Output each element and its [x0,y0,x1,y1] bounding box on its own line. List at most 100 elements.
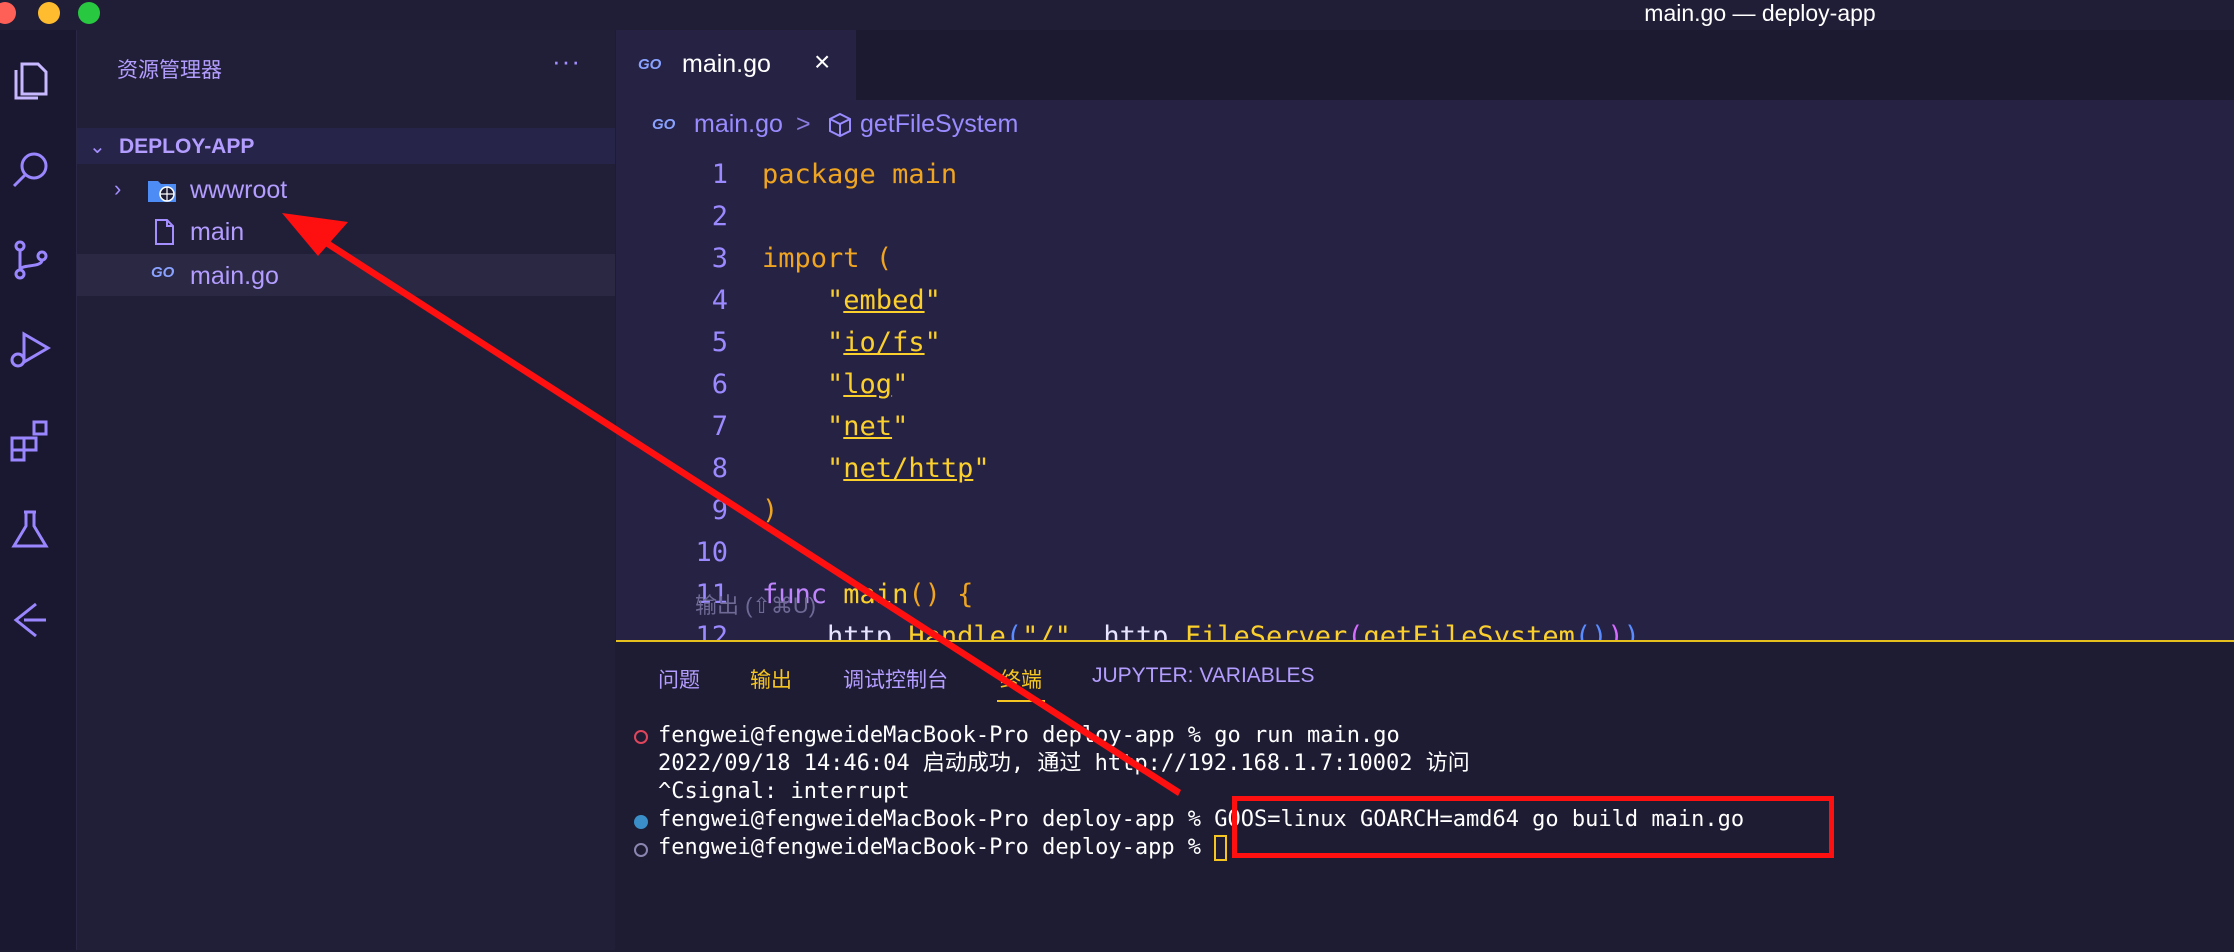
terminal-cursor [1214,835,1228,861]
search-icon[interactable] [0,140,60,200]
activity-bar [0,30,77,950]
tab-main-go[interactable]: GO main.go × [616,30,856,100]
testing-icon[interactable] [0,500,60,560]
line-number: 7 [711,411,728,442]
tab-label: main.go [682,50,771,78]
tab-problems[interactable]: 问题 [658,664,700,694]
code-token: " [827,369,844,400]
tree-item-main-go[interactable]: GO main.go [77,254,615,296]
code-token: " [973,453,990,484]
breadcrumb-file[interactable]: main.go [694,110,783,139]
zoom-window-button[interactable] [78,2,100,24]
code-token: embed [843,285,925,316]
tree-item-wwwroot[interactable]: › wwwroot [77,168,615,210]
success-marker-icon [634,815,648,829]
line-number: 3 [711,243,728,274]
code-line: 1 package main [616,154,2234,196]
breadcrumb-symbol[interactable]: getFileSystem [860,110,1018,139]
pending-marker-icon [634,843,648,857]
source-control-icon[interactable] [0,230,60,290]
code-token: net [843,411,893,442]
method-icon [829,112,851,138]
code-token: " [827,327,844,358]
code-token: ) [762,495,779,526]
terminal-prompt: fengwei@fengweideMacBook-Pro deploy-app … [658,835,1215,860]
code-token: "/" [1022,621,1071,640]
line-number: 10 [695,537,728,568]
terminal-line: 2022/09/18 14:46:04 启动成功, 通过 http://192.… [658,751,1470,776]
tab-jupyter-variables[interactable]: JUPYTER: VARIABLES [1092,664,1315,688]
code-editor[interactable]: 1 package main 2 3 import (4 "embed" 5 "io/fs… [616,150,2234,640]
active-tab-indicator [997,700,1045,702]
line-number: 1 [711,159,728,190]
go-file-icon: GO [638,56,662,73]
close-icon[interactable]: × [814,46,830,78]
editor-tab-bar: GO main.go × [616,30,2234,100]
run-debug-icon[interactable] [0,320,60,380]
code-text: ) [762,490,778,532]
folder-web-icon [148,181,176,202]
code-line: 9) [616,490,2234,532]
code-line: 2 [616,196,2234,238]
code-token: " [892,369,909,400]
breadcrumb: GO main.go > getFileSystem [616,100,2234,150]
code-token: ) [1623,621,1640,640]
code-token: getFileSystem [1363,621,1575,640]
code-line: 3 import ( [616,238,2234,280]
code-token: FileServer [1184,621,1348,640]
vscode-window: main.go — deploy-app 资源管理器 ··· ⌄ DEPLOY-… [0,0,2234,952]
minimize-window-button[interactable] [38,2,60,24]
code-token: import [762,243,860,274]
line-number: 9 [711,495,728,526]
code-token: log [843,369,893,400]
tab-debug-console[interactable]: 调试控制台 [843,664,948,694]
tree-item-main[interactable]: main [77,210,615,252]
explorer-sidebar: 资源管理器 ··· ⌄ DEPLOY-APP › wwwroot main GO… [77,30,615,950]
code-token: main [892,159,958,190]
tree-item-label: main.go [190,262,279,290]
code-line: 5 "io/fs" [616,322,2234,364]
code-token: " [827,411,844,442]
code-token: " [827,453,844,484]
code-text: import ( [762,238,892,280]
annotation-highlight-box [1232,796,1834,858]
line-number: 5 [711,327,728,358]
code-text: package main [762,154,957,196]
code-text: http.Handle("/", http.FileServer(getFile… [762,616,1640,640]
terminal-line: fengwei@fengweideMacBook-Pro deploy-app … [658,723,1400,748]
code-text: "embed" [762,280,941,322]
code-text: "net/http" [762,448,990,490]
line-number: 2 [711,201,728,232]
code-token: http. [762,621,909,640]
code-line: 10 [616,532,2234,574]
tab-output[interactable]: 输出 [750,664,792,694]
error-marker-icon [634,730,648,744]
code-token: , http. [1070,621,1185,640]
close-window-button[interactable] [0,2,16,24]
code-token: () [1574,621,1608,640]
extensions-icon[interactable] [0,410,60,470]
sidebar-title: 资源管理器 [117,59,222,82]
code-token: ) [1607,621,1624,640]
chevron-right-icon: > [796,110,811,138]
chevron-right-icon: › [114,176,122,201]
tooltip: 输出 (⇧⌘U) [695,593,817,618]
workspace-folder-header[interactable]: ⌄ DEPLOY-APP [77,128,615,164]
more-actions-icon[interactable]: ··· [552,46,581,77]
line-number: 8 [711,453,728,484]
code-token: Handle [908,621,1006,640]
code-line: 8 "net/http" [616,448,2234,490]
remote-icon[interactable] [0,590,60,650]
title-bar: main.go — deploy-app [0,0,2234,30]
code-token: io/fs [843,327,925,358]
code-token: package [762,159,876,190]
tab-terminal[interactable]: 终端 [1000,664,1042,694]
explorer-icon[interactable] [0,50,60,110]
code-text: "net" [762,406,908,448]
